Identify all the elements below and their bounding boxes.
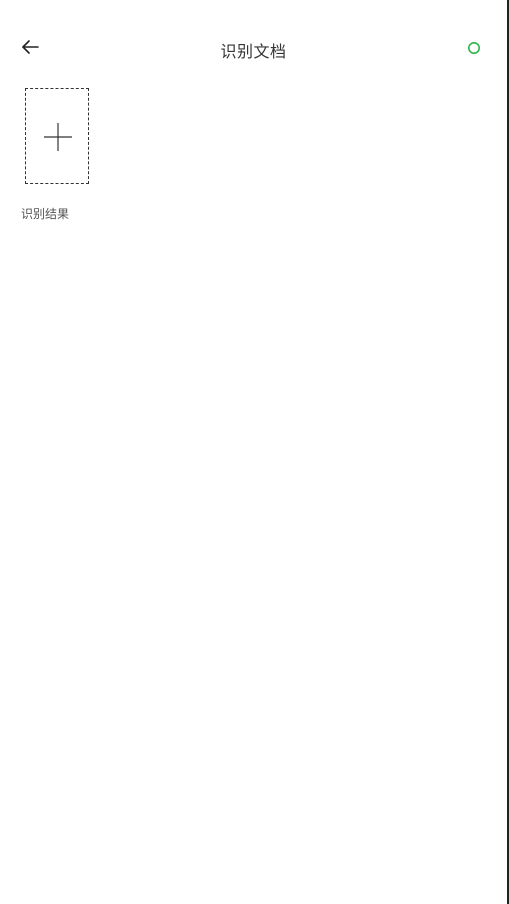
sync-button[interactable] [466, 40, 482, 56]
plus-icon [44, 123, 72, 151]
circle-refresh-icon [468, 42, 480, 54]
add-document-button[interactable] [25, 88, 89, 184]
result-label: 识别结果 [21, 207, 70, 221]
page-title: 识别文档 [220, 42, 287, 61]
header-bar: 识别文档 [0, 0, 507, 96]
